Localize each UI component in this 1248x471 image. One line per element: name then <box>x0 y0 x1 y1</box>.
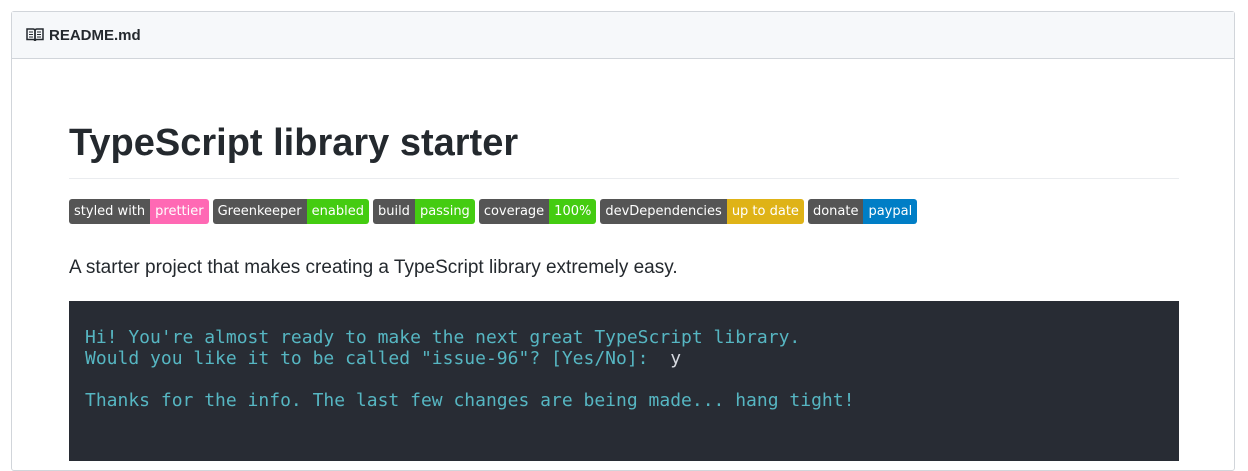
badge-row: styled with prettier Greenkeeper enabled… <box>69 199 918 224</box>
terminal-line: Hi! You're almost ready to make the next… <box>85 327 801 348</box>
badge-label: build <box>372 199 415 224</box>
badge-label: coverage <box>478 199 550 224</box>
badge-label: Greenkeeper <box>212 199 307 224</box>
description: A starter project that makes creating a … <box>69 257 678 278</box>
page-title: TypeScript library starter <box>69 122 519 164</box>
terminal-answer: y <box>670 348 682 369</box>
terminal-line: Thanks for the info. The last few change… <box>85 390 855 411</box>
badge-value: enabled <box>306 199 369 224</box>
badge-donate[interactable]: donate paypal <box>807 199 918 224</box>
badge-coverage[interactable]: coverage 100% <box>478 199 597 224</box>
book-icon <box>26 27 44 43</box>
terminal-code-block: Hi! You're almost ready to make the next… <box>69 301 1179 461</box>
badge-value: up to date <box>726 199 804 224</box>
badge-label: devDependencies <box>600 199 727 224</box>
terminal-line: Would you like it to be called "issue-96… <box>85 348 1163 369</box>
terminal-prompt: Would you like it to be called "issue-96… <box>85 348 671 369</box>
badge-greenkeeper[interactable]: Greenkeeper enabled <box>212 199 369 224</box>
badge-label: donate <box>807 199 864 224</box>
badge-value: 100% <box>549 199 597 224</box>
badge-label: styled with <box>69 199 151 224</box>
title-divider <box>69 178 1179 179</box>
readme-header: README.md <box>12 12 1234 59</box>
badge-devdependencies[interactable]: devDependencies up to date <box>600 199 804 224</box>
readme-container: README.md TypeScript library starter sty… <box>11 11 1235 471</box>
readme-filename: README.md <box>49 26 141 44</box>
badge-value: passing <box>414 199 475 224</box>
badge-build[interactable]: build passing <box>372 199 475 224</box>
badge-value: paypal <box>863 199 918 224</box>
badge-prettier[interactable]: styled with prettier <box>69 199 209 224</box>
badge-value: prettier <box>150 199 209 224</box>
